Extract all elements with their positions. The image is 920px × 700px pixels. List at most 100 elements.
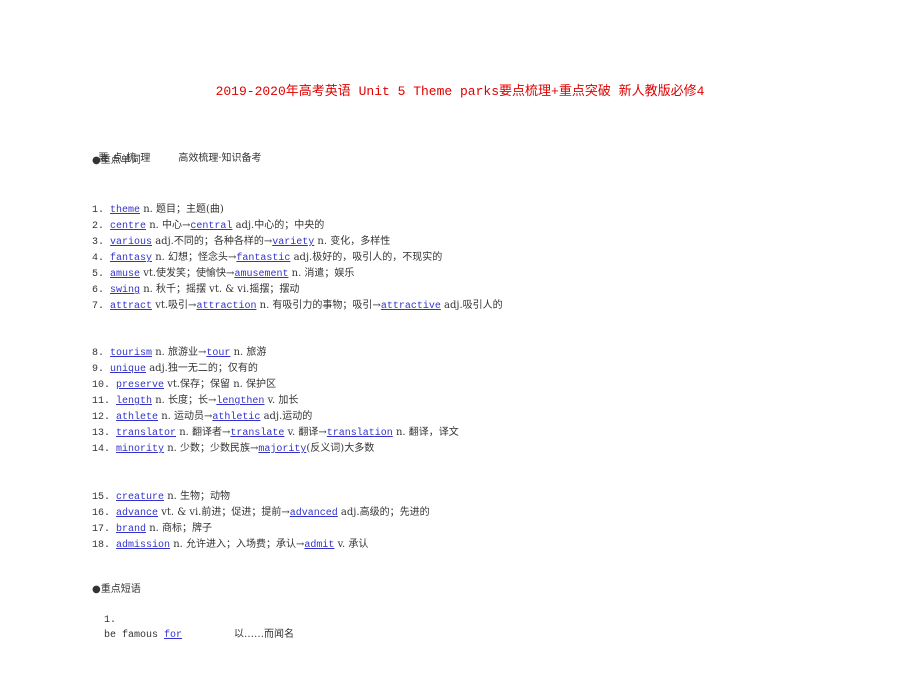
vocab-item: 12. athlete n. 运动员→athletic adj.运动的 — [92, 410, 312, 425]
vocab-definition: adj.运动的 — [260, 411, 313, 422]
vocab-number: 18. — [92, 540, 117, 551]
vocab-item: 14. minority n. 少数；少数民族→majority(反义词)大多数 — [92, 442, 374, 457]
section-subheading: 高效梳理·知识备考 — [178, 153, 262, 164]
vocab-item: 17. brand n. 商标；牌子 — [92, 522, 212, 537]
vocab-item: 18. admission n. 允许进入；入场费；承认→admit v. 承认 — [92, 538, 368, 553]
vocab-number: 1. — [92, 205, 111, 216]
vocab-item: 13. translator n. 翻译者→translate v. 翻译→tr… — [92, 426, 459, 441]
vocab-word-link[interactable]: central — [190, 221, 232, 232]
vocab-number: 16. — [92, 508, 117, 519]
vocab-number: 6. — [92, 285, 111, 296]
vocab-word-link[interactable]: lengthen — [216, 396, 264, 407]
vocab-word-link[interactable]: athletic — [212, 412, 260, 423]
vocab-number: 9. — [92, 364, 111, 375]
vocab-word-link[interactable]: brand — [116, 524, 146, 535]
vocab-word-link[interactable]: creature — [116, 492, 164, 503]
vocab-word-link[interactable]: majority — [258, 444, 306, 455]
vocab-item: 4. fantasy n. 幻想；怪念头→fantastic adj.极好的，吸… — [92, 251, 442, 266]
vocab-word-link[interactable]: translator — [116, 428, 176, 439]
vocab-definition: adj.中心的；中央的 — [232, 220, 325, 231]
vocab-word-link[interactable]: attractive — [381, 301, 441, 312]
vocab-number: 5. — [92, 269, 111, 280]
vocab-definition: n. 商标；牌子 — [146, 523, 213, 534]
vocab-heading: ●重点单词 — [92, 155, 141, 166]
vocab-item: 3. various adj.不同的；各种各样的→variety n. 变化，多… — [92, 235, 390, 250]
vocab-word-link[interactable]: various — [110, 237, 152, 248]
vocab-item: 8. tourism n. 旅游业→tour n. 旅游 — [92, 346, 266, 361]
vocab-word-link[interactable]: unique — [110, 364, 146, 375]
vocab-definition: vt.保存；保留 n. 保护区 — [164, 379, 277, 390]
vocab-word-link[interactable]: preserve — [116, 380, 164, 391]
vocab-word-link[interactable]: swing — [110, 285, 140, 296]
vocab-item: 16. advance vt. & vi.前进；促进；提前→advanced a… — [92, 506, 430, 521]
vocab-definition: n. 允许进入；入场费；承认→ — [170, 539, 305, 550]
vocab-word-link[interactable]: fantastic — [236, 253, 290, 264]
vocab-definition: n. 秋千；摇摆 vt. & vi.摇摆；摆动 — [140, 284, 300, 295]
vocab-word-link[interactable]: admit — [304, 540, 334, 551]
vocab-word-link[interactable]: variety — [272, 237, 314, 248]
vocab-definition: adj.吸引人的 — [440, 300, 503, 311]
vocab-number: 12. — [92, 412, 117, 423]
vocab-definition: n. 翻译，译文 — [392, 427, 459, 438]
vocab-word-link[interactable]: advance — [116, 508, 158, 519]
vocab-definition: n. 幻想；怪念头→ — [152, 252, 237, 263]
phrase-number: 1. — [104, 615, 117, 626]
vocab-word-link[interactable]: admission — [116, 540, 170, 551]
vocab-number: 14. — [92, 444, 117, 455]
vocab-definition: n. 生物；动物 — [164, 491, 231, 502]
vocab-item: 11. length n. 长度；长→lengthen v. 加长 — [92, 394, 298, 409]
vocab-definition: vt.吸引→ — [152, 300, 197, 311]
vocab-item: 9. unique adj.独一无二的；仅有的 — [92, 362, 258, 377]
vocab-word-link[interactable]: athlete — [116, 412, 158, 423]
vocab-word-link[interactable]: attraction — [196, 301, 256, 312]
vocab-word-link[interactable]: centre — [110, 221, 146, 232]
vocab-definition: n. 题目；主题(曲) — [140, 204, 224, 215]
vocab-definition: n. 旅游 — [230, 347, 267, 358]
vocab-definition: adj.高级的；先进的 — [337, 507, 430, 518]
vocab-definition: v. 翻译→ — [284, 427, 327, 438]
vocab-definition: n. 运动员→ — [158, 411, 213, 422]
vocab-definition: (反义词)大多数 — [306, 443, 375, 454]
vocab-definition: n. 少数；少数民族→ — [164, 443, 259, 454]
phrase-heading: ●重点短语 — [92, 584, 141, 595]
vocab-number: 15. — [92, 492, 117, 503]
vocab-definition: adj.不同的；各种各样的→ — [152, 236, 273, 247]
vocab-definition: n. 消遣；娱乐 — [288, 268, 355, 279]
vocab-word-link[interactable]: tour — [206, 348, 230, 359]
vocab-definition: vt. & vi.前进；促进；提前→ — [158, 507, 290, 518]
vocab-number: 13. — [92, 428, 117, 439]
vocab-item: 15. creature n. 生物；动物 — [92, 490, 230, 505]
vocab-number: 8. — [92, 348, 111, 359]
vocab-definition: v. 承认 — [334, 539, 369, 550]
vocab-item: 10. preserve vt.保存；保留 n. 保护区 — [92, 378, 276, 393]
vocab-definition: n. 旅游业→ — [152, 347, 207, 358]
vocab-number: 17. — [92, 524, 117, 535]
vocab-word-link[interactable]: length — [116, 396, 152, 407]
vocab-definition: vt.使发笑；使愉快→ — [140, 268, 235, 279]
phrase-meaning: 以……而闻名 — [234, 629, 295, 640]
vocab-number: 4. — [92, 253, 111, 264]
vocab-item: 2. centre n. 中心→central adj.中心的；中央的 — [92, 219, 324, 234]
vocab-word-link[interactable]: amuse — [110, 269, 140, 280]
vocab-number: 11. — [92, 396, 117, 407]
vocab-definition: n. 翻译者→ — [176, 427, 231, 438]
phrase-link[interactable]: for — [164, 630, 182, 641]
vocab-word-link[interactable]: translate — [230, 428, 284, 439]
vocab-definition: v. 加长 — [264, 395, 299, 406]
vocab-word-link[interactable]: translation — [327, 428, 393, 439]
vocab-definition: n. 中心→ — [146, 220, 191, 231]
vocab-word-link[interactable]: attract — [110, 301, 152, 312]
vocab-item: 7. attract vt.吸引→attraction n. 有吸引力的事物；吸… — [92, 299, 503, 314]
vocab-word-link[interactable]: amusement — [234, 269, 288, 280]
vocab-definition: adj.独一无二的；仅有的 — [146, 363, 258, 374]
vocab-item: 1. theme n. 题目；主题(曲) — [92, 203, 224, 218]
vocab-word-link[interactable]: fantasy — [110, 253, 152, 264]
vocab-number: 10. — [92, 380, 117, 391]
vocab-word-link[interactable]: tourism — [110, 348, 152, 359]
vocab-number: 2. — [92, 221, 111, 232]
vocab-word-link[interactable]: theme — [110, 205, 140, 216]
vocab-word-link[interactable]: advanced — [290, 508, 338, 519]
vocab-number: 3. — [92, 237, 111, 248]
vocab-word-link[interactable]: minority — [116, 444, 164, 455]
phrase-prefix: be famous — [104, 630, 165, 641]
